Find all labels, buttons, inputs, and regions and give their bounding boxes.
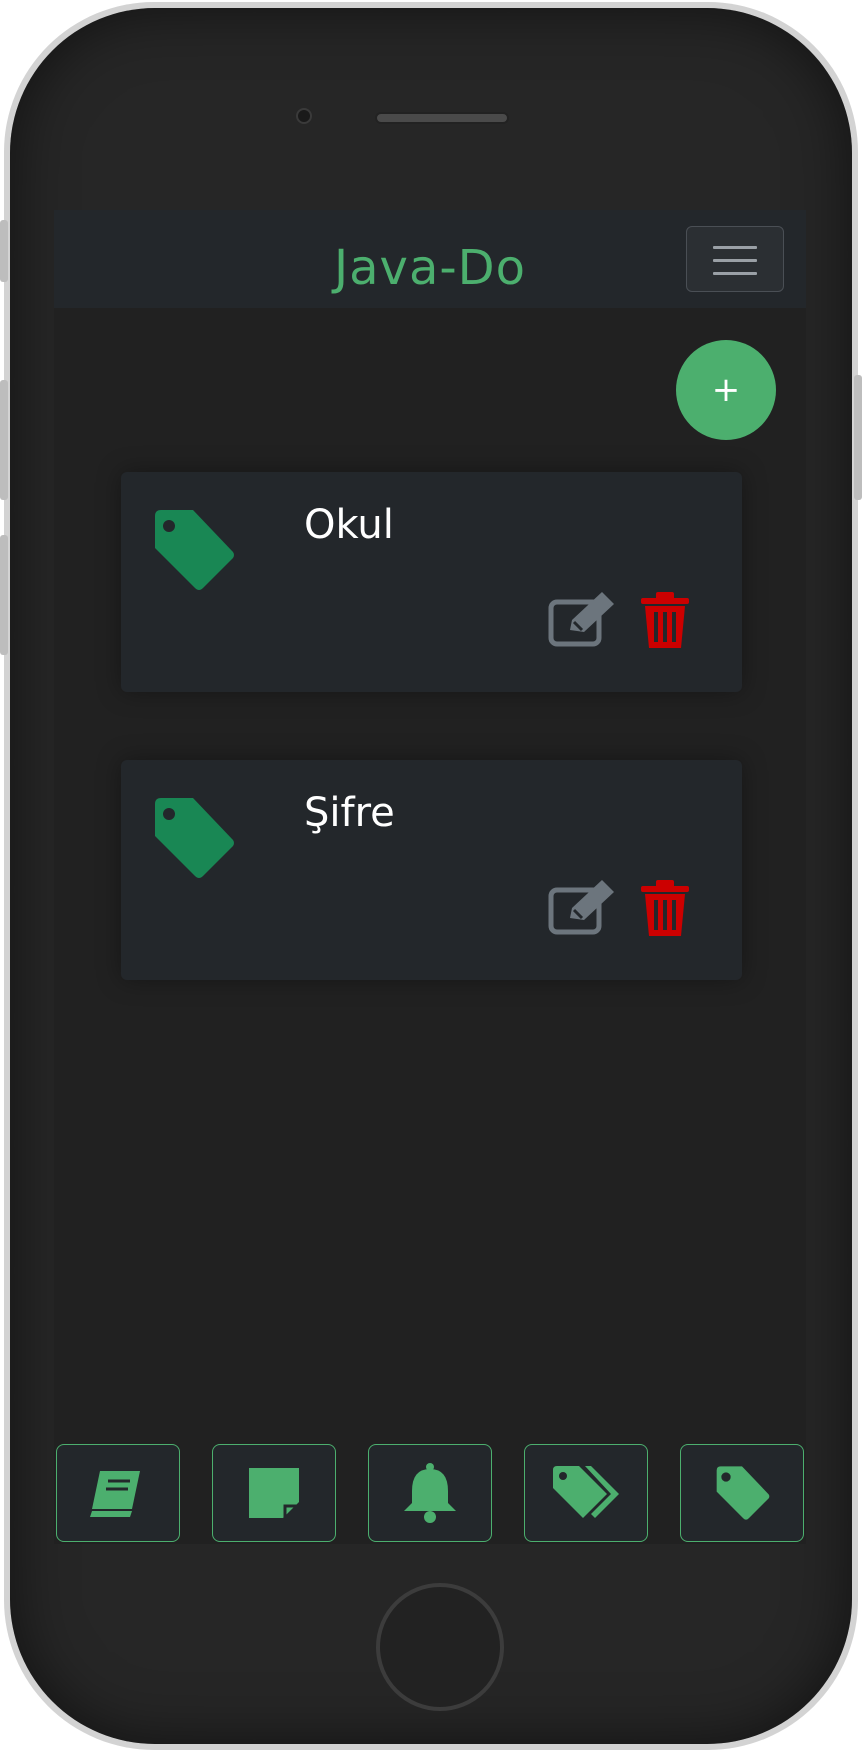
nav-button-reminders[interactable]: [368, 1444, 492, 1542]
power-button: [854, 375, 862, 500]
bell-icon: [404, 1463, 456, 1523]
app-screen: Java-Do + Okul Şifre: [54, 210, 806, 1544]
tag-icon: [716, 1466, 770, 1520]
tag-icon: [155, 798, 234, 878]
home-button[interactable]: [376, 1583, 504, 1711]
nav-button-notebooks[interactable]: [56, 1444, 180, 1542]
speaker: [375, 112, 509, 124]
nav-button-categories[interactable]: [680, 1444, 804, 1542]
tags-icon: [553, 1466, 619, 1518]
nav-button-notes[interactable]: [212, 1444, 336, 1542]
category-name: Şifre: [304, 790, 395, 836]
hamburger-icon: [713, 246, 757, 249]
nav-button-tags[interactable]: [524, 1444, 648, 1542]
edit-icon[interactable]: [548, 592, 616, 648]
volume-up-button: [0, 380, 8, 500]
add-category-button[interactable]: +: [676, 340, 776, 440]
side-button: [0, 220, 8, 282]
book-icon: [90, 1471, 140, 1517]
trash-icon[interactable]: [639, 590, 691, 650]
camera: [296, 108, 312, 124]
category-card: Şifre: [121, 760, 742, 980]
tag-icon: [155, 510, 234, 590]
edit-icon[interactable]: [548, 880, 616, 936]
hamburger-icon-line: [713, 272, 757, 275]
sticky-note-icon: [249, 1468, 301, 1522]
hamburger-icon-line: [713, 259, 757, 262]
category-name: Okul: [304, 502, 394, 548]
category-card: Okul: [121, 472, 742, 692]
volume-down-button: [0, 535, 8, 655]
menu-toggle-button[interactable]: [686, 226, 784, 292]
trash-icon[interactable]: [639, 878, 691, 938]
